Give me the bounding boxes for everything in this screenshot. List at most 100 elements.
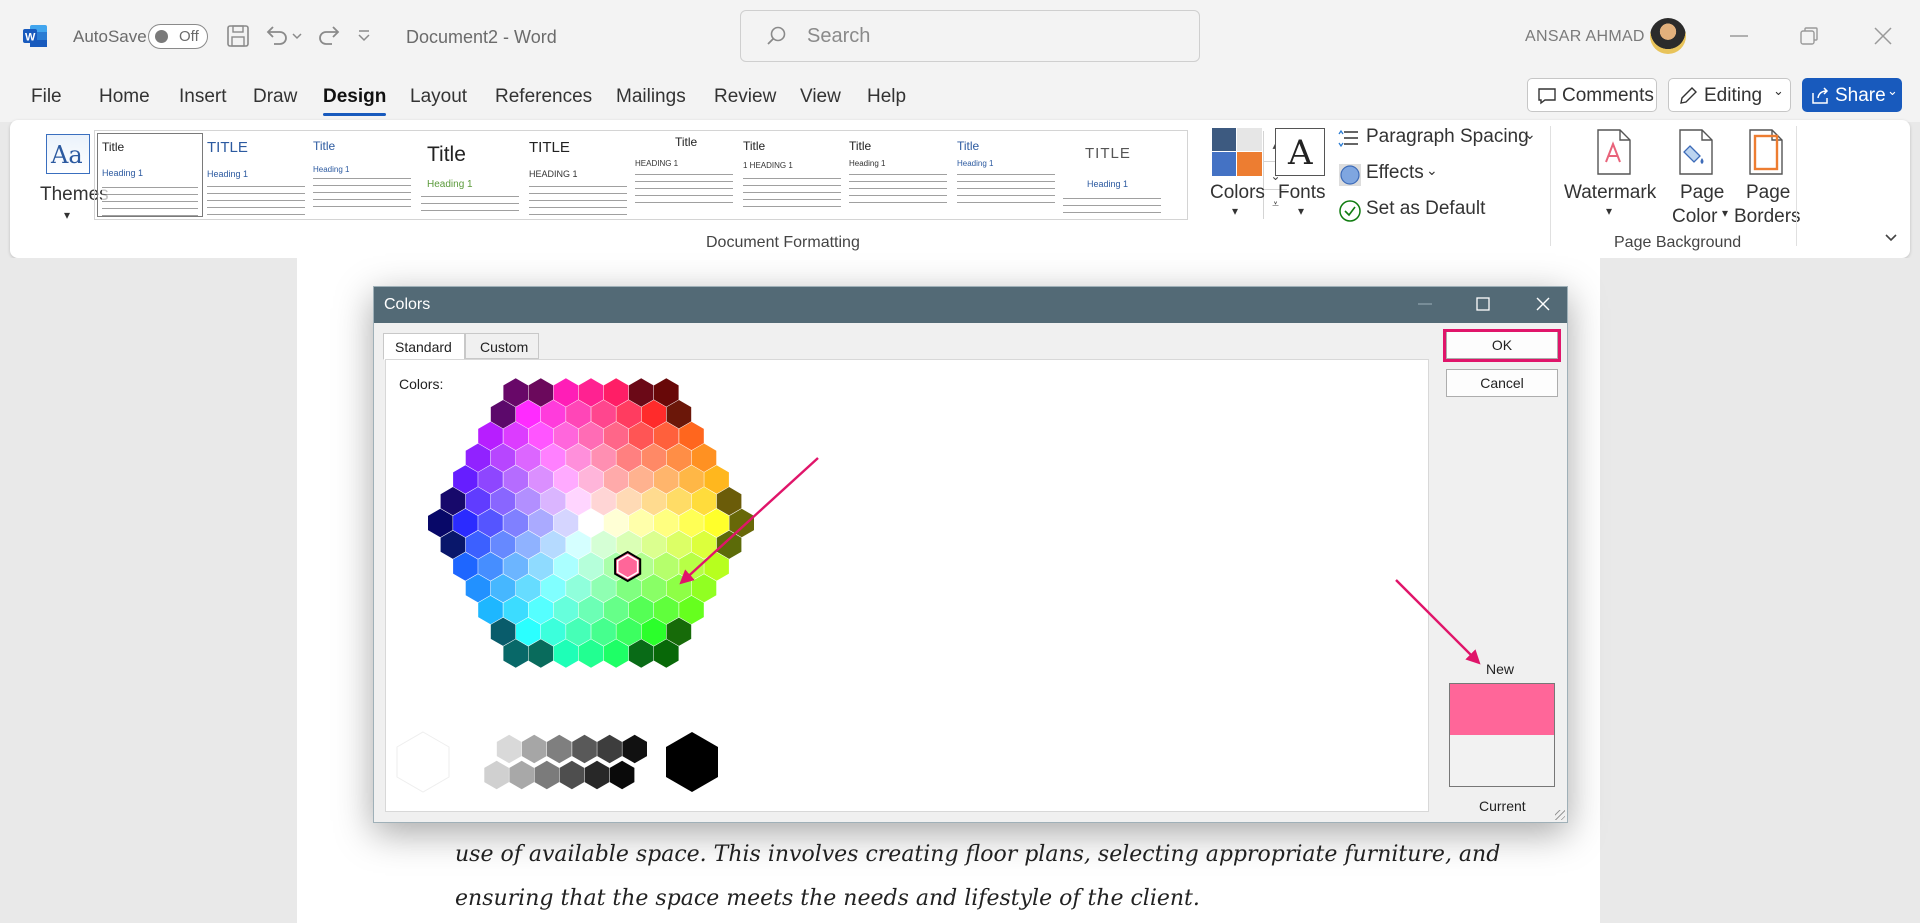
thumb-heading: Heading 1: [102, 168, 144, 178]
chevron-down-icon: ⌄: [1887, 83, 1898, 98]
grey-swatch[interactable]: [484, 760, 509, 790]
grey-swatch[interactable]: [509, 760, 534, 790]
grey-swatch[interactable]: [534, 760, 560, 790]
thumb-title: TITLE: [207, 139, 248, 156]
tab-layout[interactable]: Layout: [410, 86, 467, 108]
document-text-line[interactable]: ensuring that the space meets the needs …: [455, 886, 1200, 911]
tab-custom[interactable]: Custom: [465, 333, 539, 359]
grey-swatch[interactable]: [584, 760, 610, 790]
thumb-heading: Heading 1: [313, 165, 350, 174]
cancel-button[interactable]: Cancel: [1446, 369, 1558, 397]
close-icon[interactable]: [1532, 293, 1554, 315]
title-bar: W AutoSave Off Document2 - Word Search A…: [0, 0, 1920, 72]
style-set-thumb[interactable]: Title 1 HEADING 1: [739, 133, 845, 217]
comments-button[interactable]: Comments: [1527, 78, 1657, 112]
fonts-button[interactable]: A Fonts ▾: [1272, 126, 1332, 236]
svg-text:W: W: [25, 32, 36, 44]
chevron-down-icon: ▾: [1298, 204, 1305, 218]
thumb-title: TITLE: [1085, 145, 1131, 162]
avatar[interactable]: [1650, 18, 1686, 54]
ribbon-separator: [1796, 126, 1797, 246]
paragraph-spacing-label: Paragraph Spacing: [1366, 126, 1529, 147]
grey-swatch[interactable]: [597, 734, 622, 764]
grey-swatch[interactable]: [622, 734, 647, 764]
share-button[interactable]: Share ⌄: [1802, 78, 1902, 112]
user-name[interactable]: ANSAR AHMAD: [1525, 28, 1645, 46]
save-icon[interactable]: [224, 22, 252, 50]
themes-icon: Aa: [46, 134, 90, 174]
style-set-thumb[interactable]: TITLE HEADING 1: [525, 133, 631, 217]
thumb-body-lines: [1063, 195, 1161, 217]
style-set-thumb[interactable]: TITLE Heading 1: [203, 133, 309, 217]
style-set-thumb[interactable]: Title Heading 1: [417, 133, 523, 217]
resize-grip[interactable]: [1555, 810, 1565, 820]
editing-label: Editing: [1704, 85, 1763, 106]
minimize-icon[interactable]: [1727, 24, 1751, 48]
tab-references[interactable]: References: [495, 86, 592, 108]
ribbon-separator: [1550, 126, 1551, 246]
style-set-thumb[interactable]: Title Heading 1: [953, 133, 1059, 217]
selected-color-swatch[interactable]: [614, 550, 642, 583]
chevron-down-icon: ⌄: [1426, 162, 1438, 178]
grey-swatch[interactable]: [572, 734, 597, 764]
redo-icon[interactable]: [316, 22, 344, 50]
thumb-heading: Heading 1: [427, 179, 473, 190]
dialog-title: Colors: [384, 296, 431, 313]
grey-swatch[interactable]: [559, 760, 585, 790]
autosave-label: AutoSave: [73, 27, 147, 46]
tab-draw[interactable]: Draw: [253, 86, 297, 108]
comment-icon: [1538, 88, 1556, 105]
tab-home[interactable]: Home: [99, 86, 150, 108]
style-set-thumb[interactable]: Title HEADING 1: [631, 133, 737, 217]
colors-button[interactable]: Colors ▾: [1208, 126, 1268, 236]
customize-toolbar-icon[interactable]: [354, 22, 374, 50]
colors-label: Colors: [1210, 182, 1265, 203]
tab-design[interactable]: Design: [323, 86, 387, 116]
tab-standard[interactable]: Standard: [383, 333, 465, 360]
grey-swatch[interactable]: [609, 760, 635, 790]
tab-mailings[interactable]: Mailings: [616, 86, 686, 108]
page-color-icon: [1679, 129, 1713, 175]
autosave-toggle[interactable]: Off: [148, 24, 208, 49]
close-window-icon[interactable]: [1871, 24, 1895, 48]
thumb-title: TITLE: [529, 139, 570, 156]
page-color-button[interactable]: Page Color ▾: [1666, 126, 1730, 236]
minimize-icon[interactable]: [1414, 293, 1436, 315]
fonts-icon: A: [1275, 128, 1325, 176]
color-honeycomb[interactable]: [386, 360, 786, 813]
maximize-icon[interactable]: [1472, 293, 1494, 315]
undo-icon[interactable]: [262, 22, 290, 50]
black-swatch[interactable]: [666, 732, 718, 792]
style-set-thumb[interactable]: Title Heading 1: [845, 133, 951, 217]
tab-view[interactable]: View: [800, 86, 841, 108]
style-set-thumb[interactable]: TITLE Heading 1: [1059, 133, 1165, 217]
grey-swatch[interactable]: [547, 734, 572, 764]
search-box[interactable]: Search: [740, 10, 1200, 62]
document-text-line[interactable]: use of available space. This involves cr…: [455, 842, 1500, 867]
grey-swatch[interactable]: [471, 734, 497, 764]
colors-dialog: Colors Standard Custom Colors: OK Cancel…: [373, 286, 1568, 823]
editing-button[interactable]: Editing ⌄: [1668, 78, 1791, 112]
color-scheme-icon: [1212, 128, 1262, 176]
tab-help[interactable]: Help: [867, 86, 906, 108]
style-set-thumb[interactable]: Title Heading 1: [97, 133, 203, 217]
new-color-label: New: [1486, 661, 1515, 677]
page-borders-button[interactable]: Page Borders: [1734, 126, 1801, 236]
tab-insert[interactable]: Insert: [179, 86, 227, 108]
tab-file[interactable]: File: [31, 86, 62, 108]
white-swatch[interactable]: [396, 731, 450, 793]
document-title: Document2 - Word: [406, 27, 557, 47]
grey-swatch[interactable]: [496, 734, 522, 764]
style-set-thumb[interactable]: Title Heading 1: [309, 133, 415, 217]
thumb-body-lines: [102, 184, 198, 216]
tab-review[interactable]: Review: [714, 86, 776, 108]
thumb-title: Title: [313, 139, 336, 153]
thumb-heading: HEADING 1: [529, 169, 578, 179]
collapse-ribbon-icon[interactable]: [1882, 228, 1900, 246]
undo-dropdown-icon[interactable]: [290, 22, 304, 50]
fonts-label: Fonts: [1278, 182, 1326, 203]
restore-icon[interactable]: [1797, 24, 1821, 48]
watermark-button[interactable]: Watermark ▾: [1562, 126, 1662, 236]
word-app-icon: W: [23, 25, 47, 47]
grey-swatch[interactable]: [521, 734, 547, 764]
